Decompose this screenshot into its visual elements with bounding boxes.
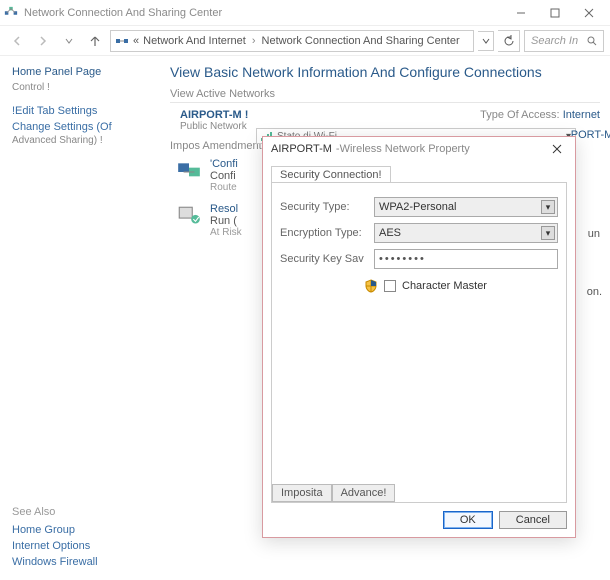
item-resolve-hint: At Risk xyxy=(210,227,242,238)
window-title: Network Connection And Sharing Center xyxy=(24,7,504,19)
ok-button[interactable]: OK xyxy=(443,511,493,529)
config-icon xyxy=(176,158,202,182)
shield-icon xyxy=(364,279,378,293)
dialog-title-main: AIRPORT-M xyxy=(271,143,332,155)
up-button[interactable] xyxy=(84,30,106,52)
encryption-type-select[interactable]: AES ▾ xyxy=(374,223,558,243)
access-type-label: Type Of Access: xyxy=(480,109,559,121)
breadcrumb-separator: « xyxy=(133,35,139,47)
window-titlebar: Network Connection And Sharing Center xyxy=(0,0,610,26)
imposta-button[interactable]: Imposita xyxy=(272,484,332,502)
item-resolve-sub: Run ( xyxy=(210,215,242,227)
sidebar: Home Panel Page Control ! !Edit Tab Sett… xyxy=(0,56,160,580)
dialog-close-button[interactable] xyxy=(547,141,567,157)
breadcrumb-chevron: › xyxy=(252,35,256,47)
security-type-select[interactable]: WPA2-Personal ▾ xyxy=(374,197,558,217)
search-icon xyxy=(587,36,597,46)
sidebar-control-text: Control ! xyxy=(12,82,148,93)
chevron-down-icon: ▾ xyxy=(541,226,555,240)
back-button[interactable] xyxy=(6,30,28,52)
search-placeholder: Search In xyxy=(531,35,578,47)
security-key-input[interactable]: •••••••• xyxy=(374,249,558,269)
page-title: View Basic Network Information And Confi… xyxy=(170,64,600,80)
wifi-name-suffix: PORT-M) xyxy=(571,129,610,141)
encryption-type-value: AES xyxy=(379,227,401,239)
dialog-body: Security Type: WPA2-Personal ▾ Encryptio… xyxy=(271,182,567,503)
access-type-value: Internet xyxy=(563,109,600,121)
breadcrumb-parent[interactable]: Network And Internet xyxy=(143,35,246,47)
sidebar-link-windows-firewall[interactable]: Windows Firewall xyxy=(12,556,148,568)
dialog-tabs: Security Connection! xyxy=(263,161,575,182)
section-view-active: View Active Networks xyxy=(170,88,600,103)
show-characters-checkbox[interactable] xyxy=(384,280,396,292)
security-key-label: Security Key Sav xyxy=(280,253,368,265)
chevron-down-icon: ▾ xyxy=(541,200,555,214)
app-icon xyxy=(4,6,18,20)
sidebar-link-edit-tab[interactable]: !Edit Tab Settings xyxy=(12,105,148,117)
show-characters-label: Character Master xyxy=(402,280,487,292)
security-type-value: WPA2-Personal xyxy=(379,201,456,213)
advance-button[interactable]: Advance! xyxy=(332,484,396,502)
item-config-sub: Confi xyxy=(210,170,238,182)
item-config-hint: Route xyxy=(210,182,238,193)
forward-button[interactable] xyxy=(32,30,54,52)
truncated-text-on: on. xyxy=(587,286,602,298)
truncated-text-un: un xyxy=(588,228,600,240)
item-config-title: 'Confi xyxy=(210,158,238,170)
breadcrumb-leaf[interactable]: Network Connection And Sharing Center xyxy=(262,35,460,47)
cancel-button[interactable]: Cancel xyxy=(499,511,567,529)
nav-row: « Network And Internet › Network Connect… xyxy=(0,26,610,56)
recent-dropdown[interactable] xyxy=(58,30,80,52)
sidebar-link-internet-options[interactable]: Internet Options xyxy=(12,540,148,552)
close-button[interactable] xyxy=(572,2,606,24)
network-icon xyxy=(115,34,129,48)
maximize-button[interactable] xyxy=(538,2,572,24)
sidebar-adv-sharing: Advanced Sharing) ! xyxy=(12,135,148,146)
tab-security[interactable]: Security Connection! xyxy=(271,166,391,183)
address-bar[interactable]: « Network And Internet › Network Connect… xyxy=(110,30,474,52)
refresh-button[interactable] xyxy=(498,30,520,52)
sidebar-link-homegroup[interactable]: Home Group xyxy=(12,524,148,536)
item-resolve-title: Resol xyxy=(210,203,242,215)
network-name: AIRPORT-M ! xyxy=(180,109,248,121)
dialog-title-sub: -Wireless Network Property xyxy=(336,143,470,155)
network-category: Public Network xyxy=(180,121,248,132)
see-also-heading: See Also xyxy=(12,506,148,518)
search-input[interactable]: Search In xyxy=(524,30,604,52)
security-type-label: Security Type: xyxy=(280,201,368,213)
dialog-titlebar: AIRPORT-M -Wireless Network Property xyxy=(263,137,575,161)
resolve-icon xyxy=(176,203,202,227)
wireless-properties-dialog: AIRPORT-M -Wireless Network Property Sec… xyxy=(262,136,576,538)
sidebar-heading: Home Panel Page xyxy=(12,66,148,78)
sidebar-link-change-settings[interactable]: Change Settings (Of xyxy=(12,121,148,133)
encryption-type-label: Encryption Type: xyxy=(280,227,368,239)
security-key-value: •••••••• xyxy=(379,253,426,265)
minimize-button[interactable] xyxy=(504,2,538,24)
address-dropdown[interactable] xyxy=(478,31,494,51)
